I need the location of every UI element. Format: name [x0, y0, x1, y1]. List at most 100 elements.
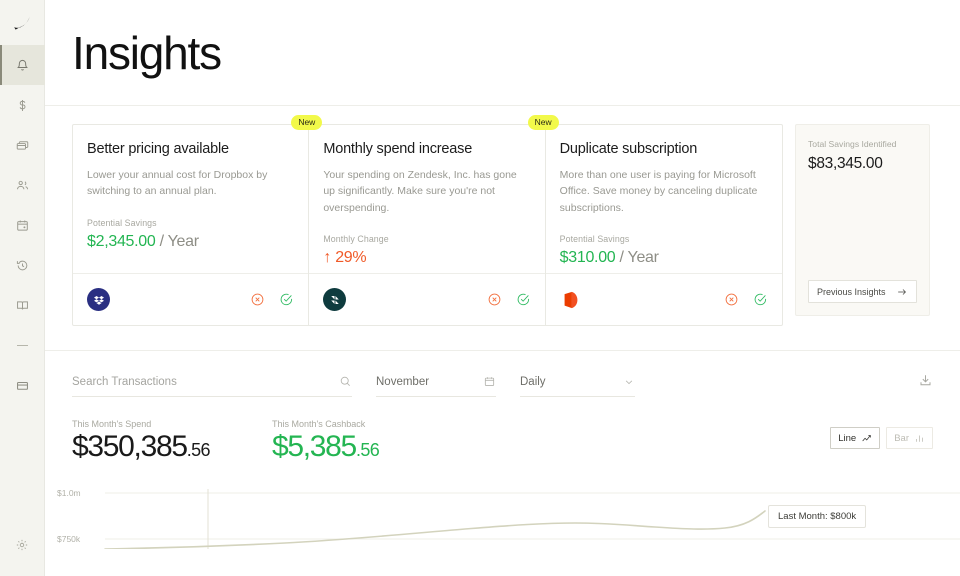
y-tick-label: $1.0m: [57, 488, 81, 498]
check-circle-icon[interactable]: [516, 292, 531, 307]
people-icon: [15, 178, 30, 193]
sidebar-nav: [0, 45, 45, 405]
chart-toggle-line[interactable]: Line: [830, 427, 880, 449]
spend-chart[interactable]: $1.0m $750k Last Month: $800k: [45, 479, 960, 549]
sidebar-item-notifications[interactable]: [0, 45, 45, 85]
insight-card-metric: Potential Savings $2,345.00 / Year: [87, 218, 294, 251]
metric-value: ↑ 29%: [323, 249, 530, 267]
insight-card-description: More than one user is paying for Microso…: [560, 167, 768, 216]
search-input[interactable]: Search Transactions: [72, 375, 352, 397]
sidebar: [0, 0, 45, 576]
stats-row: This Month's Spend $350,385 .56 This Mont…: [45, 397, 960, 463]
page-title: Insights: [72, 30, 221, 76]
check-circle-icon[interactable]: [279, 292, 294, 307]
microsoft-office-icon: [560, 288, 583, 311]
insight-card-title: Better pricing available: [87, 141, 294, 157]
office-glyph: [560, 289, 582, 311]
total-savings-label: Total Savings Identified: [808, 139, 917, 149]
brand-logo-mark: [12, 15, 32, 31]
sidebar-item-history[interactable]: [0, 245, 45, 285]
gear-icon: [15, 538, 29, 552]
download-button[interactable]: [918, 373, 933, 393]
main-content: Insights New Better pricing available Lo…: [45, 0, 960, 576]
previous-insights-button[interactable]: Previous Insights: [808, 280, 917, 303]
book-icon: [15, 298, 30, 313]
dismiss-circle-icon[interactable]: [724, 292, 739, 307]
dropbox-glyph: [93, 294, 105, 306]
calendar-icon[interactable]: [483, 375, 496, 388]
bell-icon: [15, 58, 30, 73]
metric-amount: $310.00: [560, 249, 616, 266]
zendesk-icon: [323, 288, 346, 311]
insight-card[interactable]: Duplicate subscription More than one use…: [546, 125, 782, 325]
sidebar-divider: [0, 325, 45, 365]
sidebar-item-people[interactable]: [0, 165, 45, 205]
sidebar-item-cards[interactable]: [0, 125, 45, 165]
search-placeholder: Search Transactions: [72, 376, 177, 388]
sidebar-item-spend[interactable]: [0, 85, 45, 125]
page-header: Insights: [45, 0, 960, 106]
month-selector[interactable]: November: [376, 375, 496, 397]
stat-whole: $350,385: [72, 430, 187, 463]
insight-card-title: Monthly spend increase: [323, 141, 530, 157]
stat-value: $5,385.56: [272, 431, 379, 463]
check-circle-icon[interactable]: [753, 292, 768, 307]
insight-card-body: Duplicate subscription More than one use…: [546, 125, 782, 273]
insight-card-footer: [309, 273, 544, 325]
filter-bar: Search Transactions November Daily: [45, 351, 960, 397]
metric-amount: $2,345.00: [87, 233, 155, 250]
sidebar-item-accounts[interactable]: [0, 365, 45, 405]
insight-card-body: Better pricing available Lower your annu…: [73, 125, 308, 273]
sidebar-item-calendar[interactable]: [0, 205, 45, 245]
insight-cards-group: New Better pricing available Lower your …: [72, 124, 783, 326]
chart-toggle-bar[interactable]: Bar: [886, 427, 933, 449]
insight-card-footer: [73, 273, 308, 325]
metric-trend-arrow: ↑: [323, 249, 335, 266]
sidebar-item-ledger[interactable]: [0, 285, 45, 325]
insight-card-actions: [724, 292, 768, 307]
frequency-selector[interactable]: Daily: [520, 376, 635, 397]
dismiss-circle-icon[interactable]: [250, 292, 265, 307]
zendesk-glyph: [329, 294, 341, 306]
insight-card-description: Lower your annual cost for Dropbox by sw…: [87, 167, 294, 200]
metric-value: $310.00 / Year: [560, 249, 768, 267]
stat-cents: .56: [356, 440, 379, 460]
chart-line-spend: [105, 511, 765, 549]
bar-chart-icon: [914, 433, 925, 444]
stat-this-months-cashback: This Month's Cashback $5,385.56: [272, 419, 379, 463]
insight-card[interactable]: New Monthly spend increase Your spending…: [309, 125, 545, 325]
chart-toggle-line-label: Line: [838, 433, 856, 444]
insight-card[interactable]: New Better pricing available Lower your …: [73, 125, 309, 325]
line-chart-icon: [861, 433, 872, 444]
insight-card-footer: [546, 273, 782, 325]
insights-cards-region: New Better pricing available Lower your …: [45, 106, 960, 326]
stat-label: This Month's Spend: [72, 419, 210, 429]
insight-card-actions: [250, 292, 294, 307]
new-badge: New: [528, 115, 559, 130]
stat-label: This Month's Cashback: [272, 419, 379, 429]
search-icon[interactable]: [339, 375, 352, 388]
metric-suffix: / Year: [155, 233, 198, 250]
metric-label: Potential Savings: [560, 234, 768, 244]
calendar-icon: [15, 218, 30, 233]
chart-type-toggle: Line Bar: [830, 427, 933, 449]
brand-logo[interactable]: [0, 0, 45, 45]
insights-page: Insights New Better pricing available Lo…: [0, 0, 960, 576]
dismiss-circle-icon[interactable]: [487, 292, 502, 307]
new-badge: New: [291, 115, 322, 130]
metric-label: Potential Savings: [87, 218, 294, 228]
metric-amount: 29%: [335, 249, 366, 266]
dollar-icon: [15, 98, 30, 113]
chevron-down-icon[interactable]: [623, 376, 635, 388]
stat-whole: $5,385: [272, 430, 356, 463]
metric-label: Monthly Change: [323, 234, 530, 244]
insight-card-actions: [487, 292, 531, 307]
insight-card-description: Your spending on Zendesk, Inc. has gone …: [323, 167, 530, 216]
chart-toggle-bar-label: Bar: [894, 433, 909, 444]
sidebar-item-settings[interactable]: [0, 514, 45, 576]
chart-tooltip: Last Month: $800k: [768, 505, 866, 528]
insight-card-title: Duplicate subscription: [560, 141, 768, 157]
insight-card-metric: Monthly Change ↑ 29%: [323, 234, 530, 267]
wallet-icon: [15, 378, 30, 393]
metric-suffix: / Year: [615, 249, 658, 266]
